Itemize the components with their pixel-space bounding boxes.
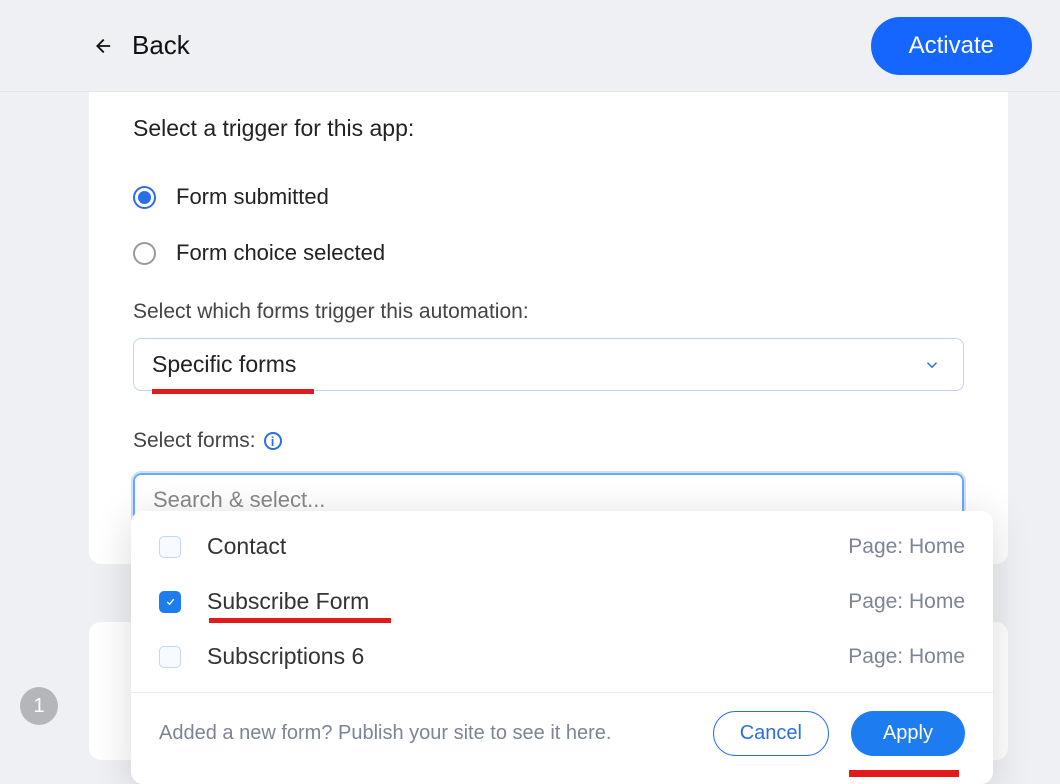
select-forms-label-row: Select forms: i — [133, 429, 964, 453]
forms-dropdown: Contact Page: Home Subscribe Form Page: … — [131, 511, 993, 784]
dropdown-option-subscribe-form[interactable]: Subscribe Form Page: Home — [131, 574, 993, 629]
radio-label: Form submitted — [176, 184, 329, 210]
radio-form-choice-selected[interactable]: Form choice selected — [133, 240, 964, 266]
option-name: Subscribe Form — [207, 588, 369, 615]
dropdown-option-contact[interactable]: Contact Page: Home — [131, 519, 993, 574]
checkbox-checked-icon — [159, 591, 181, 613]
annotation-underline — [209, 618, 391, 623]
radio-form-submitted[interactable]: Form submitted — [133, 184, 964, 210]
checkbox-icon — [159, 646, 181, 668]
option-meta: Page: Home — [848, 590, 965, 614]
arrow-left-icon — [90, 35, 112, 57]
step-badge: 1 — [20, 687, 58, 725]
forms-filter-label: Select which forms trigger this automati… — [133, 300, 964, 324]
apply-button[interactable]: Apply — [851, 711, 965, 756]
chevron-down-icon — [923, 356, 941, 374]
trigger-panel: Select a trigger for this app: Form subm… — [89, 92, 1008, 564]
header: Back Activate — [0, 0, 1060, 92]
radio-icon — [133, 242, 156, 265]
trigger-radio-group: Form submitted Form choice selected — [133, 184, 964, 266]
forms-filter-select[interactable]: Specific forms — [133, 338, 964, 391]
dropdown-option-subscriptions-6[interactable]: Subscriptions 6 Page: Home — [131, 629, 993, 684]
option-name: Contact — [207, 533, 286, 560]
option-left: Subscriptions 6 — [159, 643, 364, 670]
back-label: Back — [132, 30, 190, 61]
activate-button[interactable]: Activate — [871, 17, 1032, 75]
footer-actions: Cancel Apply — [713, 711, 965, 756]
option-meta: Page: Home — [848, 645, 965, 669]
back-button[interactable]: Back — [90, 30, 190, 61]
annotation-underline — [152, 389, 314, 394]
option-name: Subscriptions 6 — [207, 643, 364, 670]
option-meta: Page: Home — [848, 535, 965, 559]
radio-label: Form choice selected — [176, 240, 385, 266]
radio-icon — [133, 186, 156, 209]
checkbox-icon — [159, 536, 181, 558]
forms-filter-value: Specific forms — [152, 351, 296, 378]
info-icon[interactable]: i — [264, 432, 282, 450]
trigger-section-title: Select a trigger for this app: — [133, 115, 964, 142]
annotation-underline — [849, 770, 959, 777]
cancel-button[interactable]: Cancel — [713, 711, 829, 756]
select-forms-label: Select forms: — [133, 429, 256, 453]
dropdown-footer-text: Added a new form? Publish your site to s… — [159, 722, 611, 745]
option-left: Subscribe Form — [159, 588, 369, 615]
option-left: Contact — [159, 533, 286, 560]
